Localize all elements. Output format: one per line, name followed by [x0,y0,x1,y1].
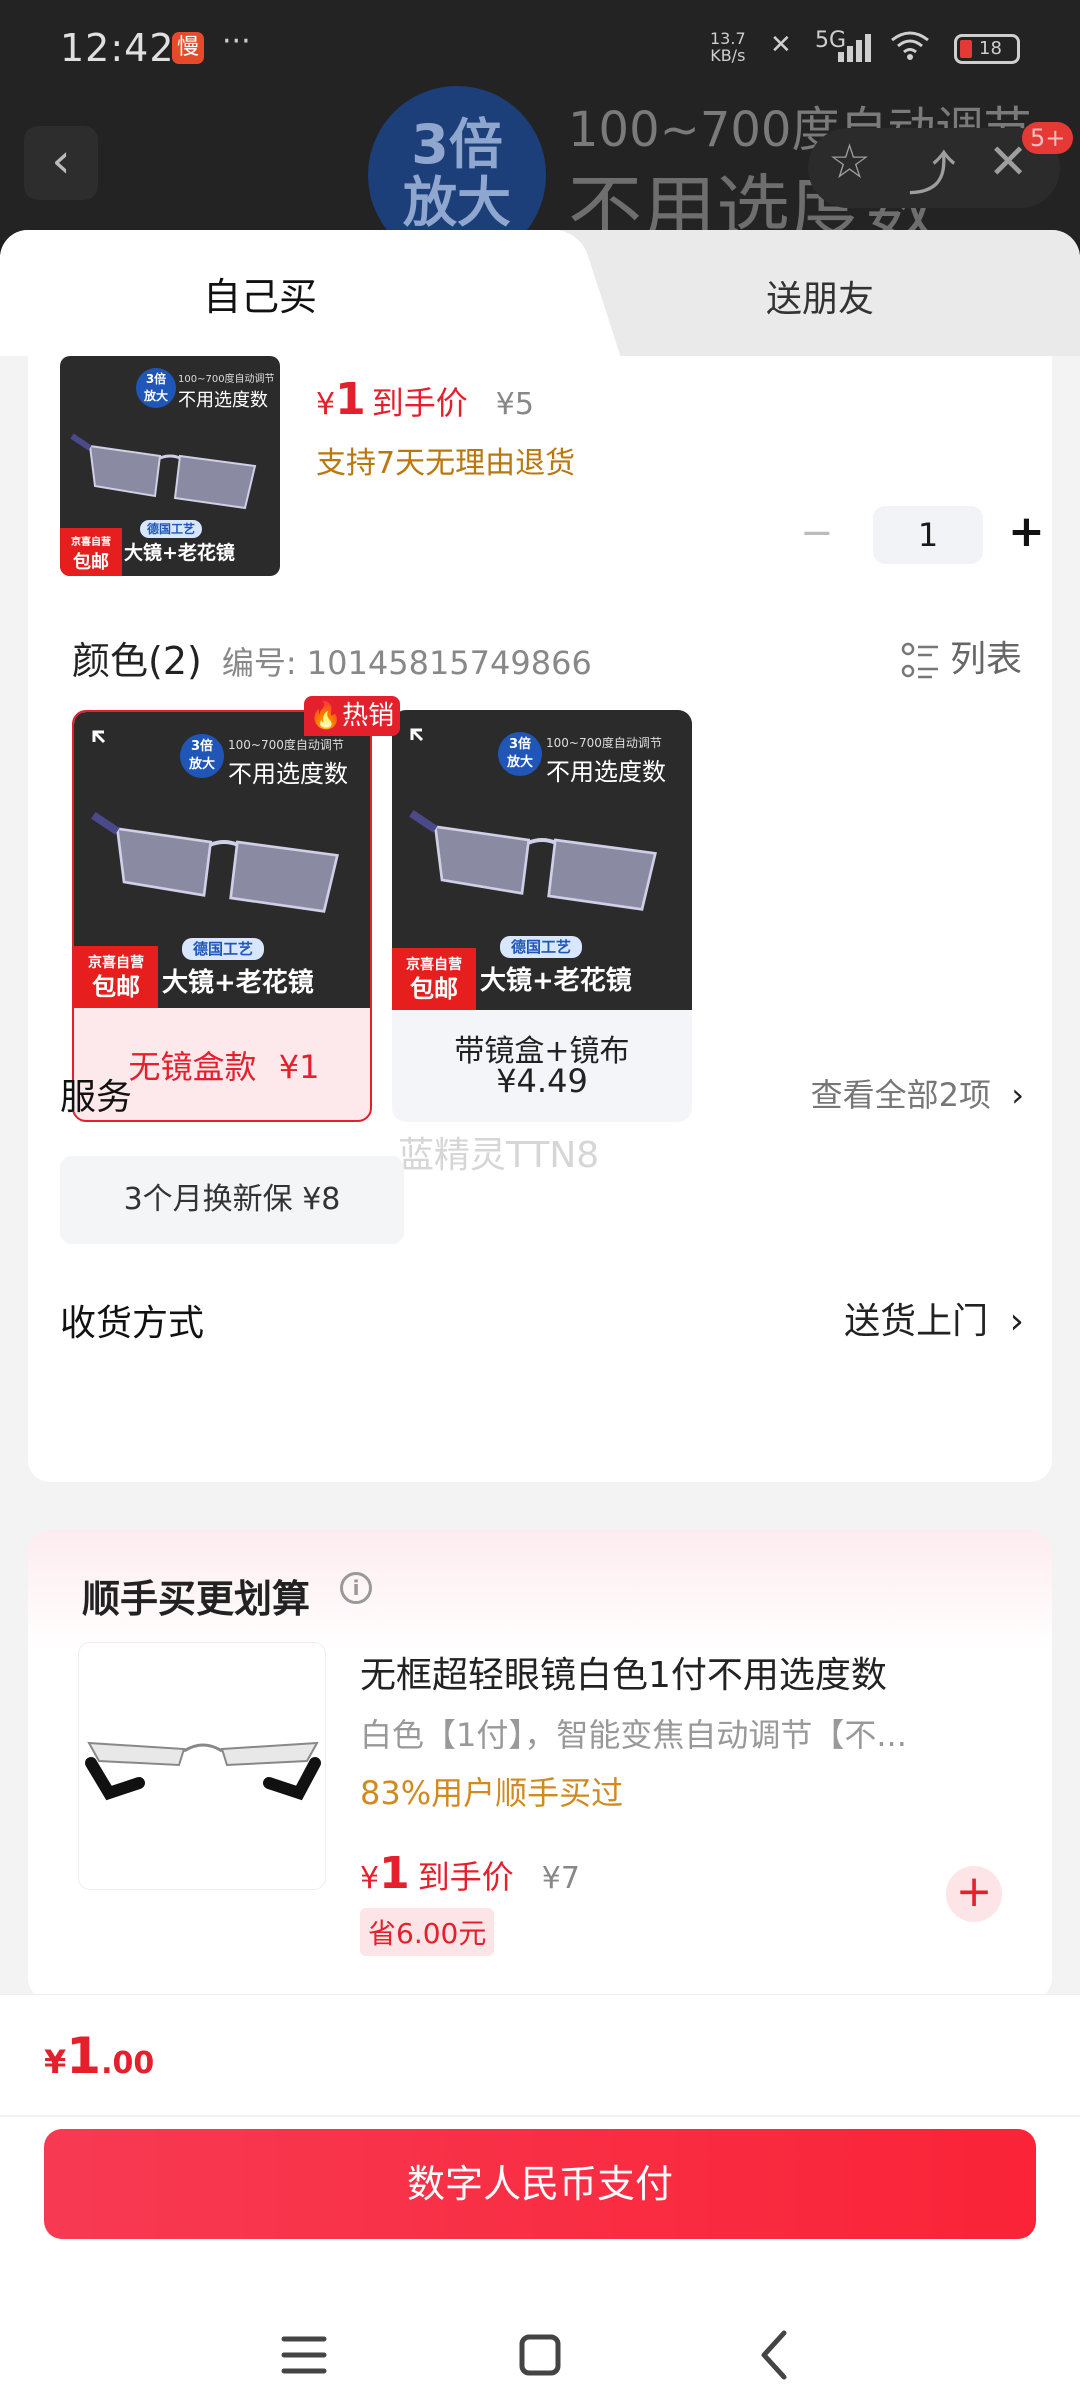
addon-title: 顺手买更划算 [82,1577,311,1621]
option-thumbnail: 3倍 放大 100~700度自动调节 不用选度数 德国工艺 京喜自营 包邮 大镜+老… [74,712,370,1008]
chevron-right-icon: › [1011,1076,1024,1114]
signal-icon [838,34,874,62]
option-label: 无镜盒款 [128,1048,257,1086]
addon-image[interactable] [78,1642,326,1890]
option-price: ¥4.49 [496,1062,588,1100]
app-notification-icon: 慢 [172,32,204,64]
addon-popularity: 83%用户顺手买过 [360,1774,624,1812]
expand-icon[interactable] [90,728,120,758]
increase-button[interactable]: + [1008,506,1045,557]
color-option-no-case[interactable]: 3倍 放大 100~700度自动调节 不用选度数 德国工艺 京喜自营 包邮 大镜+老… [72,710,372,1122]
return-policy: 支持7天无理由退货 [316,446,576,481]
glasses-icon [409,810,657,911]
addon-save-badge: 省6.00元 [360,1908,495,1956]
quantity-input[interactable]: 1 [873,506,983,564]
tab-gift-friend[interactable]: 送朋友 [560,230,1080,356]
back-nav-icon[interactable] [736,2315,816,2395]
service-chip[interactable]: 3个月换新保 ¥8 [60,1156,404,1244]
tab-bar: 送朋友 自己买 [0,230,1080,356]
mute-icon: ✕ [770,30,792,60]
status-bar: 12:42 慢 ··· 13.7 KB/s ✕ 5G 18 [0,0,1080,100]
net-speed: 13.7 KB/s [710,29,746,65]
product-price: ¥1 到手价 ¥5 [316,374,534,425]
home-icon[interactable] [500,2315,580,2395]
list-icon [901,642,938,679]
delivery-selector[interactable]: 送货上门 › [844,1292,1024,1344]
glasses-icon [70,433,257,510]
delivery-title: 收货方式 [60,1303,205,1344]
addon-desc: 白色【1付】，智能变焦自动调节【不... [360,1716,907,1754]
hot-badge: 🔥热销 [304,696,400,736]
pay-button[interactable]: 数字人民币支付 [44,2129,1036,2239]
info-icon[interactable]: i [340,1572,372,1604]
color-header: 颜色(2) 编号: 10145815749866 [72,639,592,683]
addon-price: ¥1 到手价 ¥7 [360,1848,580,1899]
divider [0,2115,1080,2117]
promo-circle: 3倍 放大 [368,86,546,240]
color-option-with-case[interactable]: 3倍 放大 100~700度自动调节 不用选度数 德国工艺 京喜自营 包邮 大镜+老… [392,710,692,1122]
share-icon[interactable]: ⤴ [908,134,956,204]
product-thumbnail[interactable]: 3倍 放大 100~700度自动调节 不用选度数 德国工艺 京喜自营 包邮 大镜+老… [60,356,280,576]
glasses-icon [85,1741,321,1801]
option-thumbnail: 3倍 放大 100~700度自动调节 不用选度数 德国工艺 京喜自营 包邮 大镜+老… [392,710,692,1010]
addon-card: 顺手买更划算 i 无框超轻眼镜白色1付不用选度数 白色【1付】，智能变焦自动调节… [28,1530,1052,2000]
magnify-badge: 3倍 放大 [136,368,176,408]
service-title: 服务 [60,1077,133,1118]
tab-buy-self[interactable]: 自己买 [0,230,560,356]
background-page: 12:42 慢 ··· 13.7 KB/s ✕ 5G 18 ‹ 3倍 放大 10… [0,0,1080,240]
status-time: 12:42 [60,26,175,70]
service-view-all[interactable]: 查看全部2项 › [811,1070,1024,1116]
more-notifications-icon: ··· [222,24,251,59]
system-nav-bar [0,2295,1080,2400]
product-card: 3倍 放大 100~700度自动调节 不用选度数 德国工艺 京喜自营 包邮 大镜+老… [28,356,1052,1482]
decrease-button[interactable]: − [800,510,834,556]
wifi-icon [890,30,930,70]
back-icon[interactable]: ‹ [24,126,98,200]
total-price: ¥1.00 [44,2027,155,2085]
option-price: ¥1 [278,1048,320,1086]
star-icon[interactable]: ☆ [828,134,871,190]
expand-icon[interactable] [408,726,438,756]
list-view-toggle[interactable]: 列表 [900,630,1022,682]
addon-name[interactable]: 无框超轻眼镜白色1付不用选度数 [360,1646,887,1698]
glasses-icon [91,812,339,913]
message-badge: 5+ [1022,122,1074,154]
add-addon-button[interactable]: + [946,1866,1002,1922]
watermark: 蓝精灵TTN8 [398,1135,600,1176]
battery-icon: 18 [954,34,1020,64]
quantity-stepper: − 1 + [758,506,1048,566]
checkout-bar: ¥1.00 数字人民币支付 [0,1994,1080,2400]
menu-icon[interactable] [264,2315,344,2395]
jd-badge: 京喜自营 包邮 [60,528,122,576]
chevron-right-icon: › [1009,1301,1024,1342]
